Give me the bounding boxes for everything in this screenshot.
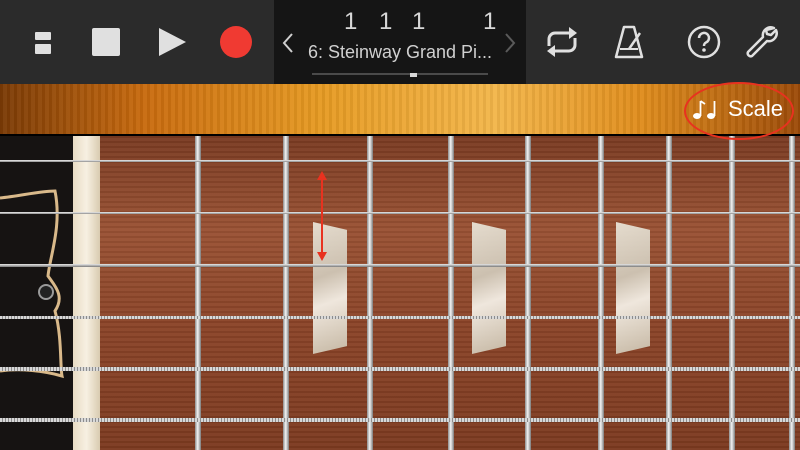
lcd-tick: 1 — [483, 8, 497, 35]
metronome-button[interactable] — [612, 22, 646, 62]
lcd-scroll-thumb[interactable] — [410, 73, 417, 77]
fret-2 — [283, 136, 289, 450]
record-icon — [220, 26, 252, 58]
record-button[interactable] — [218, 24, 254, 60]
lcd-division: 1 — [412, 8, 426, 35]
scale-button[interactable]: Scale — [692, 92, 792, 126]
track-view-button[interactable] — [26, 26, 60, 60]
fret-inlay — [616, 222, 650, 354]
lcd-display[interactable]: 1 1 1 1 6: Steinway Grand Pi... — [274, 0, 526, 84]
cycle-button[interactable] — [540, 22, 584, 62]
help-icon — [687, 25, 721, 59]
loop-icon — [547, 27, 577, 57]
stop-button[interactable] — [88, 24, 124, 60]
string-5[interactable] — [0, 367, 800, 371]
fret-9 — [789, 136, 795, 450]
play-icon — [159, 28, 186, 56]
fret-6 — [598, 136, 604, 450]
chevron-right-icon — [505, 33, 516, 53]
string-3[interactable] — [0, 264, 800, 267]
music-notes-icon — [693, 100, 716, 119]
lcd-beat: 1 — [379, 8, 393, 35]
help-button[interactable] — [686, 24, 722, 60]
wrench-icon — [746, 26, 778, 58]
chevron-left-icon — [282, 33, 293, 53]
guitar-nut — [73, 136, 100, 450]
fret-inlay — [472, 222, 506, 354]
settings-button[interactable] — [742, 22, 780, 62]
scale-label: Scale — [728, 96, 784, 121]
fret-7 — [666, 136, 672, 450]
control-bar: 1 1 1 1 6: Steinway Grand Pi... — [0, 0, 800, 84]
previous-instrument-button[interactable] — [278, 28, 298, 58]
guitar-body — [0, 84, 800, 134]
fret-5 — [525, 136, 531, 450]
metronome-icon — [614, 25, 644, 59]
string-2[interactable] — [0, 212, 800, 214]
lcd-bar: 1 — [344, 8, 358, 35]
stop-icon — [92, 28, 120, 56]
vertical-double-arrow-icon — [317, 171, 327, 261]
string-1[interactable] — [0, 160, 800, 162]
track-view-icon — [35, 32, 51, 54]
fret-4 — [448, 136, 454, 450]
string-6[interactable] — [0, 418, 800, 422]
fret-8 — [729, 136, 735, 450]
lcd-scroll-track — [312, 73, 488, 75]
fret-1 — [195, 136, 201, 450]
play-button[interactable] — [154, 24, 190, 60]
fret-3 — [367, 136, 373, 450]
next-instrument-button[interactable] — [500, 28, 520, 58]
instrument-name: 6: Steinway Grand Pi... — [307, 42, 493, 62]
string-4[interactable] — [0, 316, 800, 319]
